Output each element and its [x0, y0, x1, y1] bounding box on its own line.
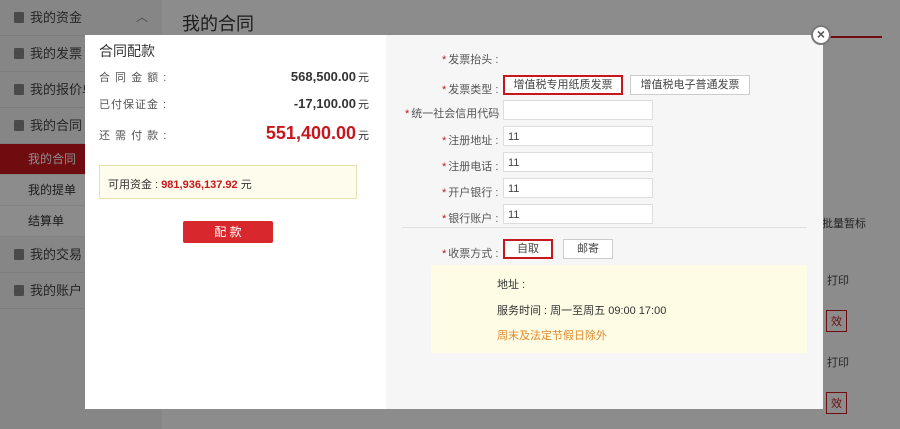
- contract-amount-number: 568,500.00: [290, 69, 356, 84]
- contract-amount-label: 合 同 金 额 :: [99, 72, 168, 84]
- currency-unit: 元: [358, 130, 369, 142]
- remaining-label: 还 需 付 款 :: [99, 130, 168, 142]
- invoice-type-electronic-normal[interactable]: 增值税电子普通发票: [630, 75, 750, 95]
- registered-phone-label: * 注册电话 :: [442, 161, 499, 173]
- remaining-value: 551,400.00 元: [266, 123, 369, 144]
- registered-address-field[interactable]: 11: [503, 126, 653, 146]
- contract-amount-row: 合 同 金 额 : 568,500.00 元: [99, 69, 369, 89]
- currency-unit: 元: [358, 72, 369, 84]
- available-funds: 可用资金 : 981,936,137.92 元: [108, 176, 252, 192]
- available-funds-value: 981,936,137.92: [161, 179, 238, 191]
- receive-method-mail[interactable]: 邮寄: [563, 239, 613, 259]
- modal-title: 合同配款: [99, 43, 155, 59]
- pickup-address: 地址 :: [497, 279, 526, 291]
- pickup-info-box: 地址 : 服务时间 : 周一至周五 09:00 17:00 周末及法定节假日除外: [431, 265, 807, 353]
- remaining-row: 还 需 付 款 : 551,400.00 元: [99, 123, 369, 147]
- bank-name-field[interactable]: 11: [503, 178, 653, 198]
- service-hours: 服务时间 : 周一至周五 09:00 17:00: [497, 305, 667, 317]
- currency-unit: 元: [240, 179, 252, 191]
- invoice-type-label: * 发票类型 :: [442, 84, 499, 96]
- payment-summary-pane: 合同配款 合 同 金 额 : 568,500.00 元 已付保证金 : -17,1…: [85, 35, 386, 409]
- paid-deposit-value: -17,100.00 元: [294, 96, 369, 112]
- bank-name-label: * 开户银行 :: [442, 187, 499, 199]
- invoice-type-paper-special[interactable]: 增值税专用纸质发票: [503, 75, 623, 95]
- paid-deposit-number: -17,100.00: [293, 96, 356, 111]
- form-divider: [402, 227, 807, 228]
- contract-amount-value: 568,500.00 元: [291, 69, 369, 85]
- remaining-number: 551,400.00: [265, 123, 356, 143]
- contract-payment-modal: 合同配款 合 同 金 额 : 568,500.00 元 已付保证金 : -17,1…: [85, 35, 823, 409]
- registered-phone-field[interactable]: 11: [503, 152, 653, 172]
- receive-method-pickup[interactable]: 自取: [503, 239, 553, 259]
- pay-button[interactable]: 配 款: [183, 221, 273, 243]
- receive-method-label: * 收票方式 :: [442, 248, 499, 260]
- paid-deposit-label: 已付保证金 :: [99, 99, 168, 111]
- tax-id-label: * 统一社会信用代码 :: [405, 108, 506, 120]
- paid-deposit-row: 已付保证金 : -17,100.00 元: [99, 96, 369, 116]
- bank-account-label: * 银行账户 :: [442, 213, 499, 225]
- registered-address-label: * 注册地址 :: [442, 135, 499, 147]
- tax-id-field[interactable]: [503, 100, 653, 120]
- available-funds-label: 可用资金 :: [108, 179, 159, 191]
- available-funds-box: 可用资金 : 981,936,137.92 元: [99, 165, 357, 199]
- currency-unit: 元: [358, 99, 369, 111]
- bank-account-field[interactable]: 11: [503, 204, 653, 224]
- close-icon[interactable]: ×: [811, 25, 831, 45]
- holiday-note: 周末及法定节假日除外: [497, 330, 607, 342]
- invoice-title-label: * 发票抬头 :: [442, 54, 499, 66]
